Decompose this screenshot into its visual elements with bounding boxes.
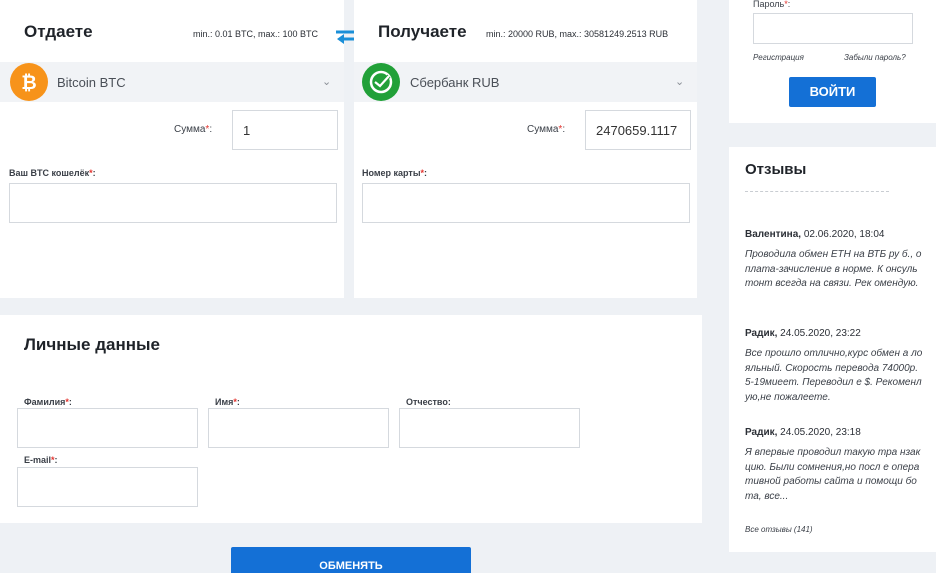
review-item: Валентина, 02.06.2020, 18:04 Проводила о…: [745, 229, 925, 292]
name-input[interactable]: [208, 408, 389, 448]
give-title: Отдаете: [24, 22, 93, 41]
review-date: 24.05.2020, 23:22: [780, 328, 861, 339]
card-input[interactable]: [362, 183, 690, 223]
receive-limits: min.: 20000 RUB, max.: 30581249.2513 RUB: [486, 29, 669, 39]
receive-currency-name: Сбербанк RUB: [410, 75, 500, 90]
receive-amount-label: Сумма*:: [527, 124, 566, 135]
register-link[interactable]: Регистрация: [753, 53, 804, 62]
surname-label: Фамилия*:: [24, 397, 72, 407]
review-item: Радик, 24.05.2020, 23:18 Я впервые прово…: [745, 427, 925, 504]
receive-amount-input[interactable]: [585, 110, 691, 150]
email-input[interactable]: [17, 467, 198, 507]
give-amount-input[interactable]: [232, 110, 338, 150]
review-date: 02.06.2020, 18:04: [803, 229, 885, 240]
bitcoin-icon: ₿: [10, 63, 48, 101]
give-currency-select[interactable]: ₿ Bitcoin BTC ⌄: [0, 62, 344, 102]
review-date: 24.05.2020, 23:18: [780, 427, 861, 438]
receive-panel: Получаете min.: 20000 RUB, max.: 3058124…: [354, 0, 697, 298]
surname-input[interactable]: [17, 408, 198, 448]
receive-currency-select[interactable]: Сбербанк RUB ⌄: [354, 62, 697, 102]
all-reviews-link[interactable]: Все отзывы (141): [745, 525, 813, 534]
receive-title: Получаете: [378, 22, 467, 41]
exchange-button[interactable]: ОБМЕНЯТЬ: [231, 547, 471, 573]
patronymic-label: Отчество:: [406, 397, 451, 407]
wallet-label: Ваш BTC кошелёк*:: [9, 168, 96, 178]
review-item: Радик, 24.05.2020, 23:22 Все прошло отли…: [745, 328, 925, 405]
give-limits: min.: 0.01 BTC, max.: 100 BTC: [193, 29, 319, 39]
review-author: Радик: [745, 427, 775, 438]
review-author: Валентина: [745, 229, 799, 240]
give-amount-label: Сумма*:: [174, 124, 213, 135]
review-text: Все прошло отлично,курс обмен а лояльный…: [745, 348, 923, 403]
personal-title: Личные данные: [24, 335, 160, 354]
sberbank-icon: [362, 63, 400, 101]
reviews-divider: [745, 191, 889, 192]
give-panel: Отдаете min.: 0.01 BTC, max.: 100 BTC ₿ …: [0, 0, 344, 298]
password-input[interactable]: [753, 13, 913, 44]
card-label: Номер карты*:: [362, 168, 428, 178]
review-text: Я впервые проводил такую тра нзакцию. Бы…: [745, 447, 921, 502]
password-label: Пароль*:: [753, 0, 791, 9]
login-button[interactable]: ВОЙТИ: [789, 77, 876, 107]
chevron-down-icon: ⌄: [675, 76, 685, 88]
patronymic-input[interactable]: [399, 408, 580, 448]
wallet-input[interactable]: [9, 183, 337, 223]
name-label: Имя*:: [215, 397, 240, 407]
forgot-password-link[interactable]: Забыли пароль?: [844, 53, 906, 62]
review-author: Радик: [745, 328, 775, 339]
personal-panel: Личные данные Фамилия*: Имя*: Отчество: …: [0, 315, 702, 523]
login-panel: Пароль*: Регистрация Забыли пароль? ВОЙТ…: [729, 0, 936, 123]
email-label: E-mail*:: [24, 455, 58, 465]
svg-text:₿: ₿: [21, 72, 36, 94]
reviews-title: Отзывы: [745, 161, 807, 178]
chevron-down-icon: ⌄: [322, 76, 332, 88]
give-currency-name: Bitcoin BTC: [57, 75, 126, 90]
review-text: Проводила обмен ETH на ВТБ ру б., оплата…: [745, 249, 922, 289]
